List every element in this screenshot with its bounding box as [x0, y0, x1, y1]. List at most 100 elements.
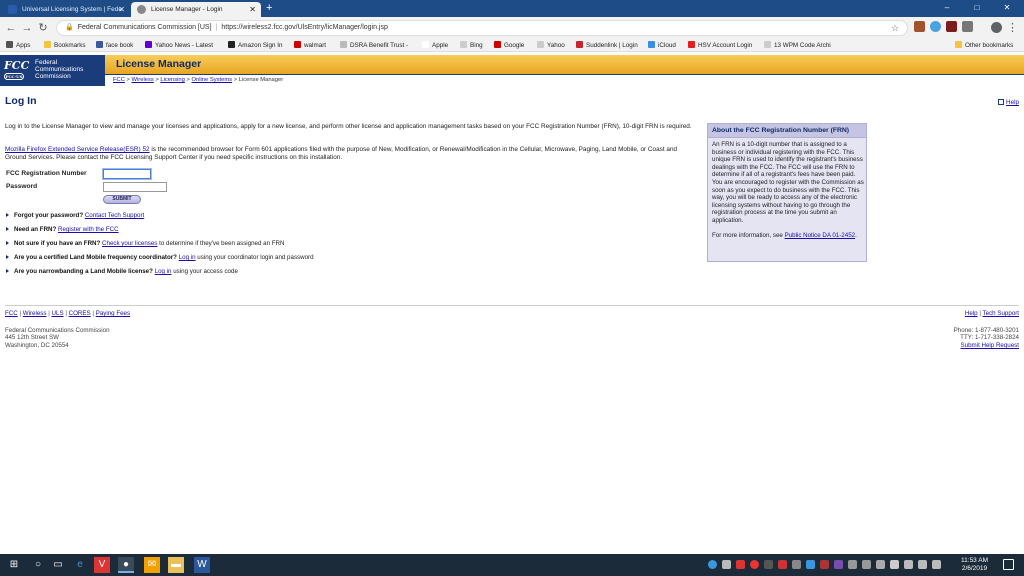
breadcrumb-wireless[interactable]: Wireless: [132, 77, 154, 83]
contact-tech-support-link[interactable]: Contact Tech Support: [85, 212, 144, 219]
bookmark-google[interactable]: Google: [494, 41, 524, 51]
extension-icon[interactable]: [946, 21, 957, 32]
tray-icon[interactable]: [792, 560, 801, 569]
extension-icon[interactable]: [962, 21, 973, 32]
edge-browser-icon[interactable]: e: [72, 557, 88, 573]
submit-button[interactable]: SUBMIT: [103, 195, 141, 204]
minimize-button[interactable]: –: [932, 0, 962, 17]
amazon-icon: [228, 41, 235, 48]
forward-button[interactable]: →: [20, 20, 34, 36]
up-arrow-tray-icon[interactable]: [890, 560, 899, 569]
url-text[interactable]: https://wireless2.fcc.gov/UlsEntry/licMa…: [221, 24, 388, 31]
network-icon[interactable]: [904, 560, 913, 569]
frn-info-title: About the FCC Registration Number (FRN): [708, 124, 866, 138]
tray-icon[interactable]: [750, 560, 759, 569]
reload-button[interactable]: ↻: [36, 20, 50, 36]
extension-icon[interactable]: [930, 21, 941, 32]
tray-icon[interactable]: [806, 560, 815, 569]
tray-icon[interactable]: [764, 560, 773, 569]
other-bookmarks[interactable]: Other bookmarks: [955, 41, 1013, 51]
bookmark-dsra[interactable]: DSRA Benefit Trust -: [340, 41, 408, 51]
tray-icon[interactable]: [778, 560, 787, 569]
address-bar[interactable]: 🔒 Federal Communications Commission [US] |…: [56, 20, 908, 36]
footer-link-cores[interactable]: CORES: [69, 310, 91, 317]
fcc-logo-text: Federal Communications Commission: [35, 59, 83, 80]
firefox-esr-link[interactable]: Mozilla Firefox Extended Service Release…: [5, 146, 150, 153]
footer-link-paying-fees[interactable]: Paying Fees: [96, 310, 130, 317]
bookmark-wpm[interactable]: 13 WPM Code Archi: [764, 41, 831, 51]
mail-icon[interactable]: ✉: [144, 557, 160, 573]
chrome-icon[interactable]: ●: [118, 557, 134, 573]
word-icon[interactable]: W: [194, 557, 210, 573]
browser-tab-uls[interactable]: Universal Licensing System | Fede ✕: [2, 2, 130, 17]
bookmark-bing[interactable]: Bing: [460, 41, 483, 51]
close-window-button[interactable]: ✕: [992, 0, 1022, 17]
back-button[interactable]: ←: [4, 20, 18, 36]
bookmark-facebook[interactable]: face book: [96, 41, 133, 51]
bookmark-amazon[interactable]: Amazon Sign In: [228, 41, 282, 51]
maximize-button[interactable]: □: [962, 0, 992, 17]
frn-input[interactable]: [103, 169, 151, 179]
help-link-text[interactable]: Help: [1006, 99, 1019, 106]
site-identity[interactable]: Federal Communications Commission [US]: [78, 24, 212, 31]
bookmark-apps[interactable]: Apps: [6, 41, 30, 51]
check-licenses-link[interactable]: Check your licenses: [102, 240, 157, 247]
tray-icon[interactable]: [862, 560, 871, 569]
password-input[interactable]: [103, 182, 167, 192]
tab-close-icon[interactable]: ✕: [118, 2, 125, 17]
bookmark-yahoo-news[interactable]: Yahoo News - Latest: [145, 41, 213, 51]
tray-icon[interactable]: [722, 560, 731, 569]
tray-icon[interactable]: [820, 560, 829, 569]
breadcrumb-separator: >: [232, 77, 239, 83]
help-link[interactable]: Help: [998, 99, 1019, 106]
bookmark-apple[interactable]: Apple: [422, 41, 448, 51]
new-tab-button[interactable]: +: [266, 1, 272, 16]
narrowband-login-link[interactable]: Log in: [155, 268, 172, 275]
tray-icon[interactable]: [876, 560, 885, 569]
onenote-tray-icon[interactable]: [834, 560, 843, 569]
bookmark-folder[interactable]: Bookmarks: [44, 41, 86, 51]
address-line: Federal Communications Commission: [5, 327, 110, 334]
action-center-icon[interactable]: [1003, 559, 1014, 570]
bookmark-icloud[interactable]: iCloud: [648, 41, 676, 51]
question-after: using your access code: [171, 268, 238, 275]
breadcrumb-licensing[interactable]: Licensing: [160, 77, 185, 83]
footer-link-wireless[interactable]: Wireless: [23, 310, 47, 317]
fcc-logo[interactable]: FCC FCC·US Federal Communications Commiss…: [0, 55, 105, 86]
footer-link-uls[interactable]: ULS: [52, 310, 64, 317]
file-explorer-icon[interactable]: ▬: [168, 557, 184, 573]
tray-icon[interactable]: [848, 560, 857, 569]
footer-link-help[interactable]: Help: [965, 310, 978, 317]
footer-link-tech-support[interactable]: Tech Support: [983, 310, 1019, 317]
battery-icon[interactable]: [932, 560, 941, 569]
windows-taskbar: ⊞ ○ ▭ e V ● ✉ ▬ W 11:53 AM 2/6/2019: [0, 554, 1024, 576]
public-notice-link[interactable]: Public Notice DA 01-2452: [785, 232, 856, 239]
submit-help-request-link[interactable]: Submit Help Request: [961, 342, 1019, 349]
coordinator-login-link[interactable]: Log in: [179, 254, 196, 261]
bookmark-walmart[interactable]: walmart: [294, 41, 326, 51]
browser-tab-license-manager[interactable]: License Manager - Login ✕: [131, 2, 261, 17]
extension-icon[interactable]: [914, 21, 925, 32]
url-separator: |: [215, 24, 218, 31]
cortana-search-icon[interactable]: ○: [30, 557, 46, 573]
windows-start-icon[interactable]: ⊞: [6, 557, 22, 573]
frn-info-box: About the FCC Registration Number (FRN) …: [707, 123, 867, 262]
tab-close-icon[interactable]: ✕: [249, 2, 256, 17]
browser-menu-icon[interactable]: ⋮: [1007, 20, 1018, 36]
profile-avatar-icon[interactable]: [991, 22, 1002, 33]
footer-link-fcc[interactable]: FCC: [5, 310, 18, 317]
tray-icon[interactable]: [736, 560, 745, 569]
register-fcc-link[interactable]: Register with the FCC: [58, 226, 119, 233]
taskbar-clock[interactable]: 11:53 AM 2/6/2019: [961, 557, 988, 573]
page-icon: [764, 41, 771, 48]
task-view-icon[interactable]: ▭: [50, 557, 66, 573]
bookmark-hsv[interactable]: HSV Account Login: [688, 41, 752, 51]
help-tray-icon[interactable]: [708, 560, 717, 569]
breadcrumb-online-systems[interactable]: Online Systems: [191, 77, 232, 83]
volume-icon[interactable]: [918, 560, 927, 569]
bookmark-yahoo[interactable]: Yahoo: [537, 41, 565, 51]
bookmark-suddenlink[interactable]: Suddenlink | Login: [576, 41, 638, 51]
mcafee-icon[interactable]: V: [94, 557, 110, 573]
bookmark-star-icon[interactable]: ☆: [891, 21, 899, 35]
breadcrumb-fcc[interactable]: FCC: [113, 77, 125, 83]
